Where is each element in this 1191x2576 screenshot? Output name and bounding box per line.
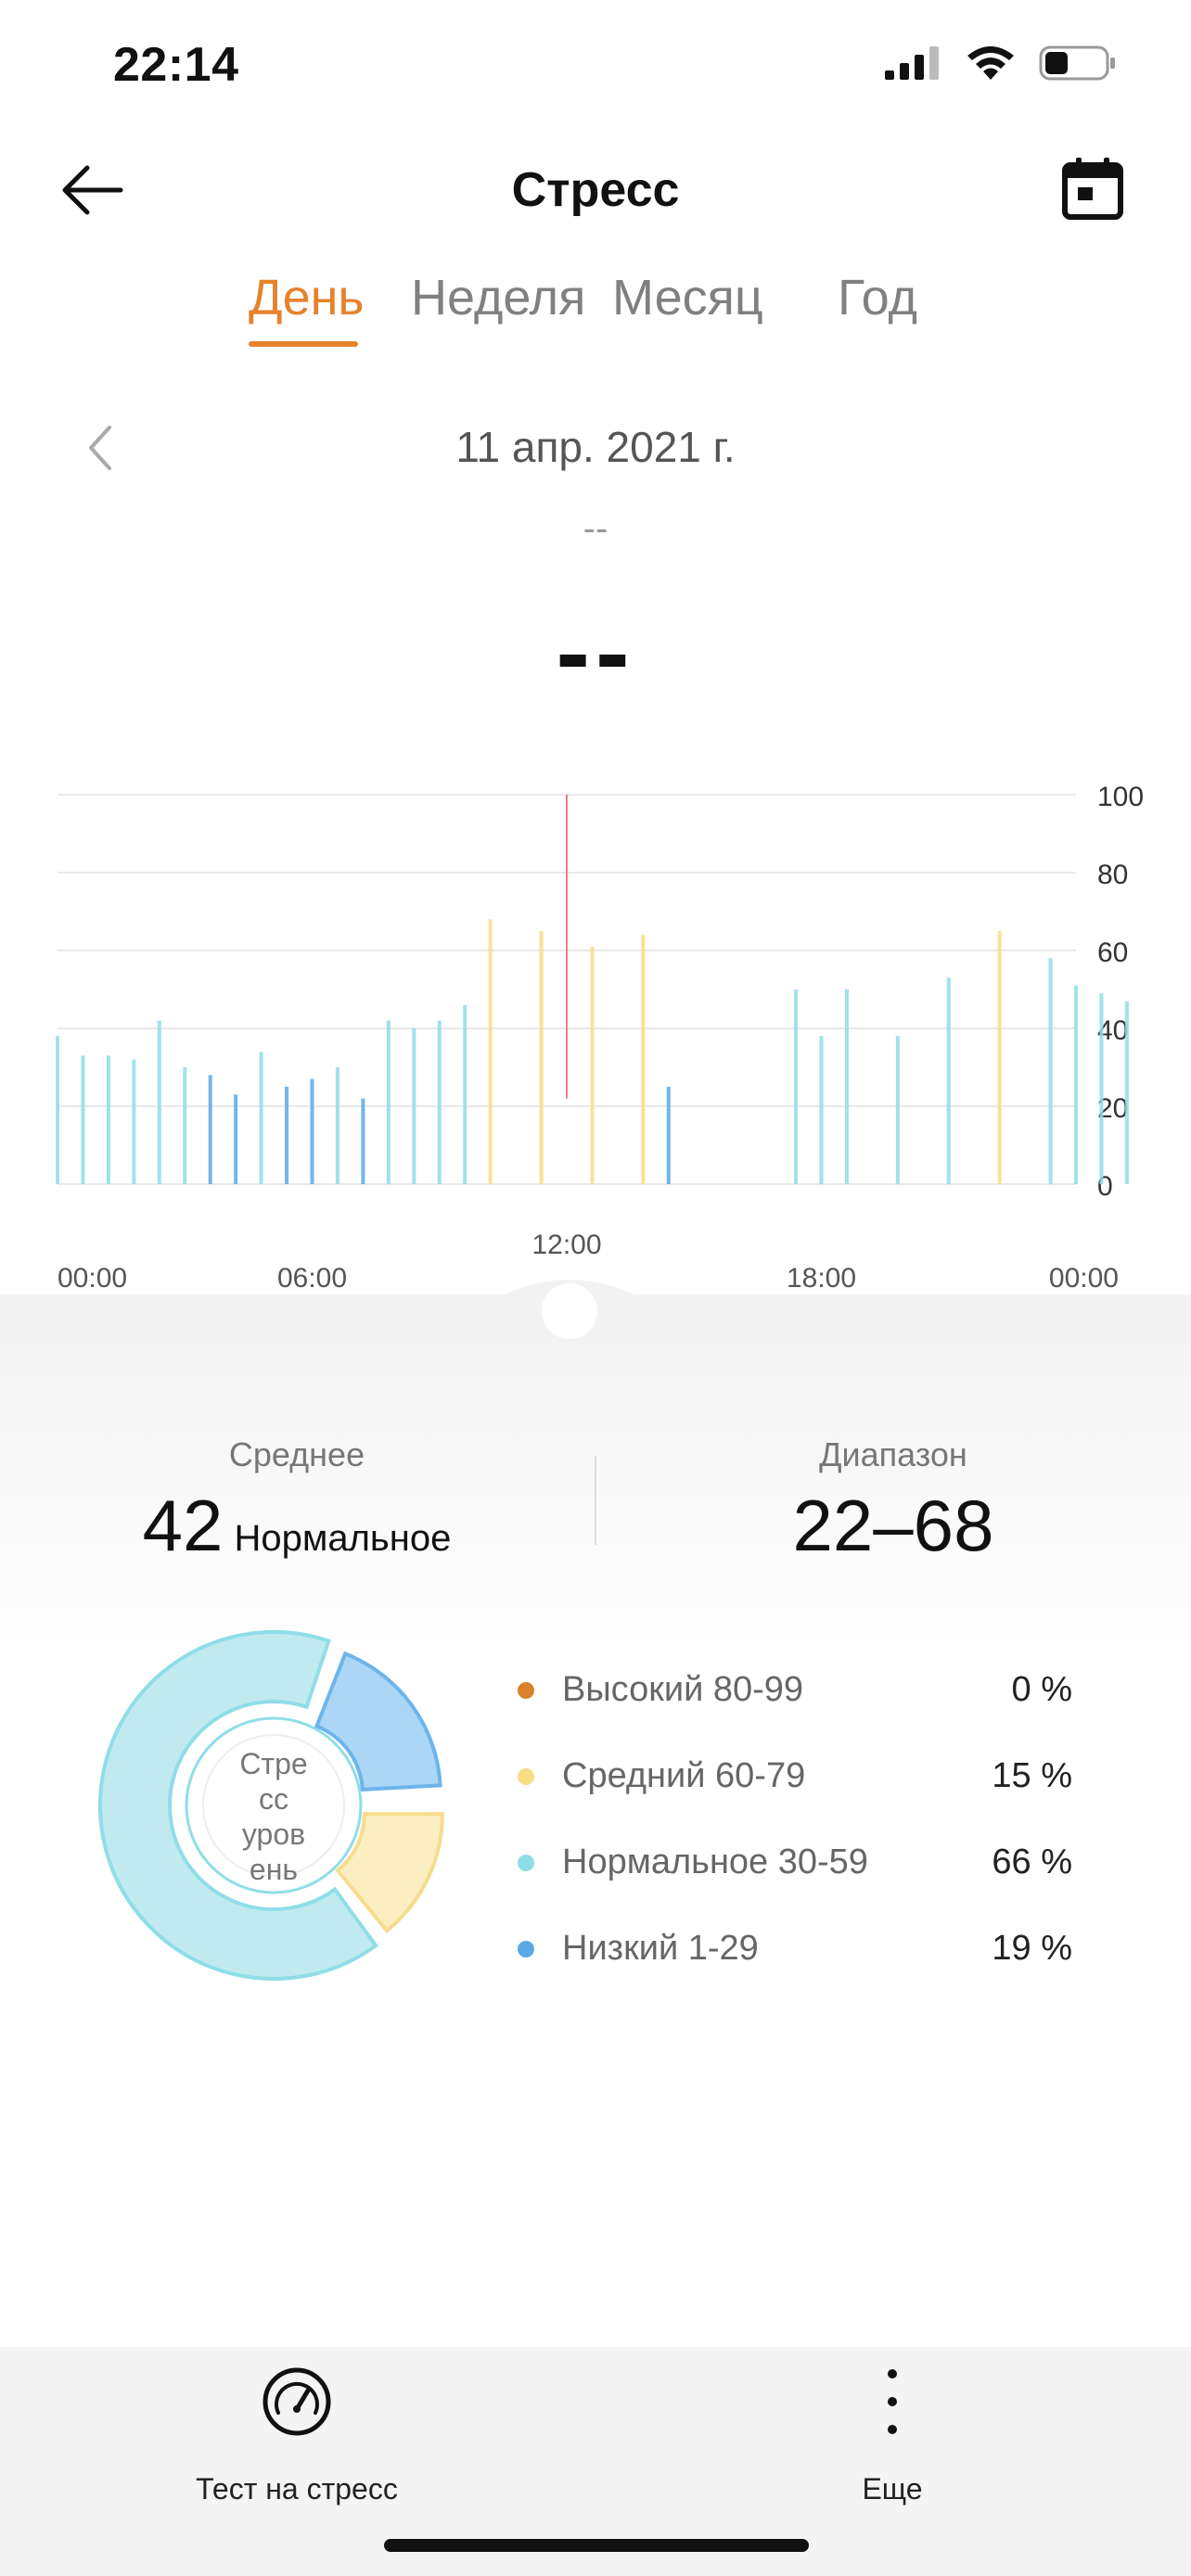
legend-percent: 19 % (992, 1929, 1072, 1968)
average-label: Среднее (228, 1435, 365, 1473)
tab-week[interactable]: Неделя (411, 269, 585, 326)
donut-center-label: сс (259, 1782, 288, 1816)
selected-time-value: -- (583, 508, 608, 549)
tab-day[interactable]: День (249, 269, 365, 326)
status-time: 22:14 (113, 38, 239, 92)
stat-divider (595, 1456, 596, 1545)
legend-dot-normal (518, 1854, 534, 1871)
legend-dot-low (518, 1940, 534, 1958)
legend-dot-medium (518, 1767, 534, 1785)
y-tick-label: 100 (1097, 782, 1144, 812)
stress-bar-chart[interactable]: 10080604020000:00 06:0012:0018:00 00:00 (0, 770, 1191, 1307)
x-tick-label: 00:00 (1049, 1263, 1119, 1294)
legend-item-normal: Нормальное 30-59 66 % (516, 1819, 1072, 1906)
legend-percent: 66 % (992, 1843, 1072, 1881)
stress-test-label: Тест на стресс (196, 2472, 398, 2506)
wifi-icon (967, 46, 1014, 80)
donut-center-label: уров (242, 1817, 305, 1851)
more-button[interactable]: Еще (800, 2365, 985, 2506)
donut-center-label: ень (250, 1853, 298, 1886)
y-tick-label: 60 (1097, 937, 1128, 968)
stress-legend: Высокий 80-99 0 % Средний 60-79 15 % Нор… (516, 1647, 1072, 1992)
selected-stress-value: -- (556, 595, 635, 709)
legend-dot-high (518, 1681, 534, 1699)
legend-label: Нормальное 30-59 (562, 1843, 868, 1881)
stress-test-button[interactable]: Тест на стресс (158, 2365, 436, 2506)
donut-center-label: Стре (239, 1747, 307, 1780)
stress-level-donut: Стрессуровень (98, 1630, 444, 1981)
tab-active-underline (249, 341, 358, 347)
calendar-icon[interactable] (1059, 156, 1126, 223)
period-tabs: День Неделя Месяц Год (0, 269, 1191, 352)
legend-percent: 0 % (1011, 1670, 1072, 1709)
average-number: 42 (142, 1485, 224, 1566)
x-tick-label: 06:00 (277, 1263, 347, 1294)
signal-icon (885, 46, 939, 80)
x-tick-label: 18:00 (787, 1263, 856, 1294)
average-value: 42 Нормальное (111, 1484, 482, 1568)
home-indicator (384, 2539, 809, 2552)
legend-item-low: Низкий 1-29 19 % (516, 1906, 1072, 1992)
x-tick-label: 12:00 (531, 1230, 601, 1260)
legend-label: Высокий 80-99 (562, 1670, 804, 1709)
legend-item-medium: Средний 60-79 15 % (516, 1733, 1072, 1819)
legend-label: Средний 60-79 (562, 1756, 806, 1795)
date-label: 11 апр. 2021 г. (455, 423, 736, 471)
y-tick-label: 80 (1097, 860, 1128, 890)
battery-icon (1039, 45, 1115, 81)
status-icons (883, 45, 1117, 82)
tab-year[interactable]: Год (838, 269, 917, 326)
chart-scrubber-handle[interactable] (505, 1270, 634, 1345)
legend-item-high: Высокий 80-99 0 % (516, 1647, 1072, 1733)
page-title: Стресс (511, 163, 680, 217)
more-vertical-icon (888, 2369, 897, 2434)
legend-label: Низкий 1-29 (562, 1929, 759, 1968)
legend-percent: 15 % (992, 1756, 1072, 1795)
range-value: 22–68 (792, 1485, 994, 1566)
range-label: Диапазон (819, 1435, 967, 1473)
x-tick-label: 00:00 (58, 1263, 127, 1294)
speedometer-icon (263, 2367, 331, 2436)
tab-month[interactable]: Месяц (612, 269, 763, 326)
average-level: Нормальное (234, 1518, 452, 1559)
more-label: Еще (862, 2472, 923, 2506)
